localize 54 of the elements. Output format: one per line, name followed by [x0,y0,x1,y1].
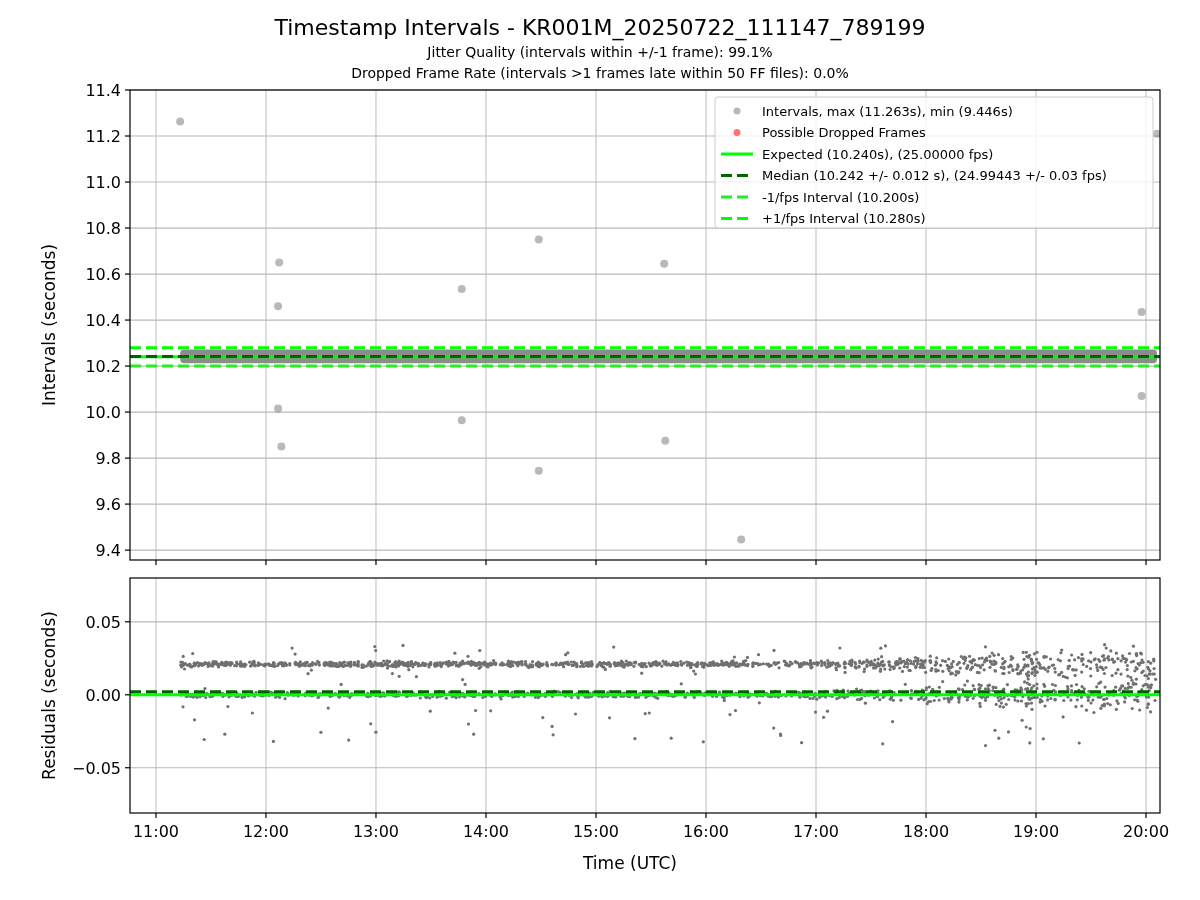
y-tick-label: 9.4 [95,541,121,561]
y-tick-label: 11.4 [85,81,121,100]
x-tick-label: 13:00 [352,822,400,841]
y-tick-label: 9.6 [95,495,121,515]
data-point [1137,308,1146,316]
x-tick-label: 16:00 [682,822,730,841]
legend-label: -1/fps Interval (10.200s) [762,189,920,205]
x-tick-label: 12:00 [242,822,289,841]
legend-label: Possible Dropped Frames [762,125,926,140]
data-point [534,466,543,475]
legend-label: Median (10.242 +/- 0.012 s), (24.99443 +/- 0.03 fps) [762,168,1107,183]
data-point [660,259,669,268]
y-axis-label: Residuals (seconds) [39,611,59,780]
data-point [457,416,466,425]
data-point [534,235,543,244]
data-point [275,258,284,267]
legend-line-icon [721,152,753,156]
y-tick-label: 11.0 [85,173,121,192]
y-tick-label: 0.00 [85,685,121,705]
y-tick-label: 10.6 [85,265,121,285]
y-tick-label: 10.4 [85,311,121,331]
data-point [274,404,283,413]
data-point [176,117,185,126]
data-point [737,535,746,544]
y-tick-label: 10.8 [85,219,121,239]
y-tick-label: −0.05 [71,758,121,778]
legend-label: +1/fps Interval (10.280s) [762,211,926,226]
y-axis-label: Intervals (seconds) [39,243,59,407]
x-tick-label: 14:00 [462,822,510,841]
data-point [274,302,283,311]
x-axis-label: Time (UTC) [583,853,677,873]
figure-subtitle: Dropped Frame Rate (intervals >1 frames late within 50 FF files): 0.0% [351,64,849,83]
legend-marker-icon [733,107,741,115]
y-tick-label: 9.8 [95,449,121,469]
x-tick-label: 18:00 [902,822,950,841]
x-tick-label: 20:00 [1122,822,1170,841]
data-point [1137,391,1146,400]
y-tick-label: 11.2 [85,127,121,146]
y-tick-label: 0.05 [85,612,121,632]
y-tick-label: 10.2 [85,357,121,377]
data-point [457,285,466,293]
x-tick-label: 17:00 [792,822,840,841]
x-tick-label: 11:00 [132,822,179,841]
data-point [1153,129,1160,138]
figure-subtitle: Jitter Quality (intervals within +/-1 frame): 99.1% [427,43,773,62]
legend-label: Intervals, max (11.263s), min (9.446s) [762,103,1013,119]
data-point [661,436,670,445]
x-tick-label: 19:00 [1012,822,1060,841]
y-tick-label: 10.0 [85,403,121,423]
x-tick-label: 15:00 [572,822,620,841]
legend-label: Expected (10.240s), (25.00000 fps) [762,146,994,162]
data-point [277,442,286,451]
figure-title: Timestamp Intervals - KR001M_20250722_111147_789199 [274,14,926,42]
legend-marker-icon [733,129,741,136]
